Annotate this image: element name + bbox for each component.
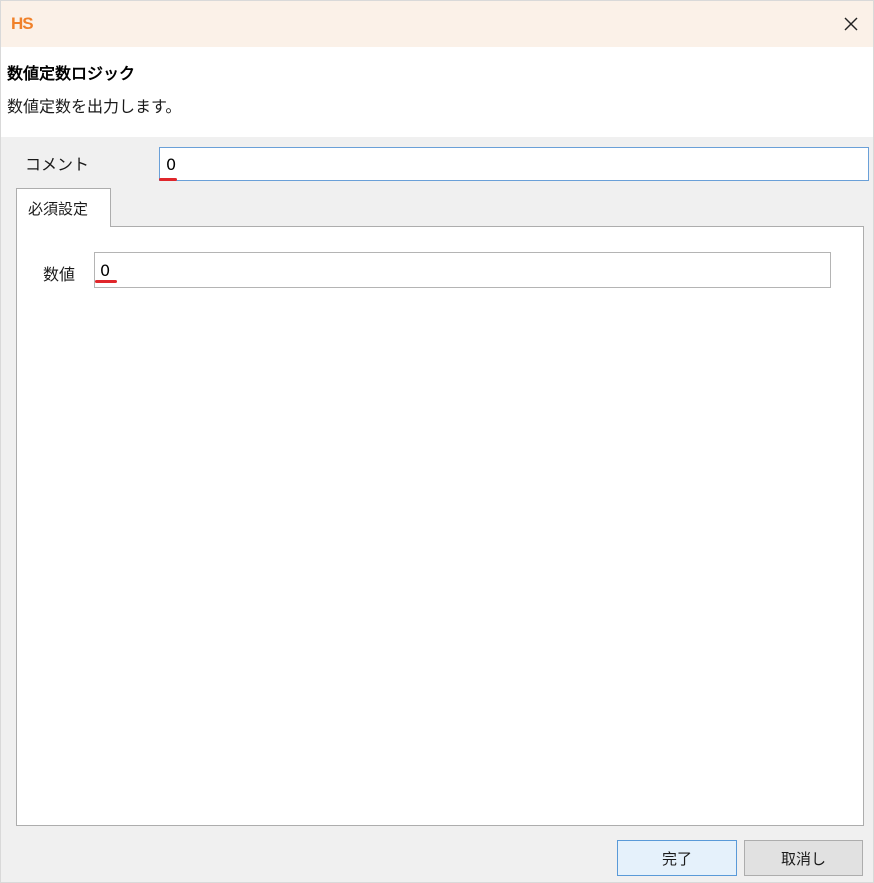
dialog-description: 数値定数を出力します。 <box>7 97 182 116</box>
finish-button[interactable]: 完了 <box>617 840 737 876</box>
dialog-window: HS 数値定数ロジック 数値定数を出力します。 コメント 必須設定 数値 完了 … <box>0 0 874 883</box>
tab-label: 必須設定 <box>28 200 89 218</box>
dialog-title: 数値定数ロジック <box>7 64 136 83</box>
tab-required-settings[interactable]: 必須設定 <box>16 188 111 227</box>
close-icon <box>844 17 858 31</box>
value-label: 数値 <box>43 265 76 284</box>
title-bar: HS <box>1 1 873 47</box>
comment-error-underline <box>159 178 177 181</box>
cancel-button[interactable]: 取消し <box>744 840 863 876</box>
comment-label: コメント <box>25 155 90 174</box>
comment-input[interactable] <box>159 147 869 181</box>
close-button[interactable] <box>837 10 865 38</box>
value-error-underline <box>95 280 117 283</box>
required-settings-panel: 数値 <box>16 226 864 826</box>
dialog-header: 数値定数ロジック 数値定数を出力します。 <box>1 47 873 137</box>
app-logo: HS <box>11 14 34 33</box>
value-input[interactable] <box>94 252 831 288</box>
